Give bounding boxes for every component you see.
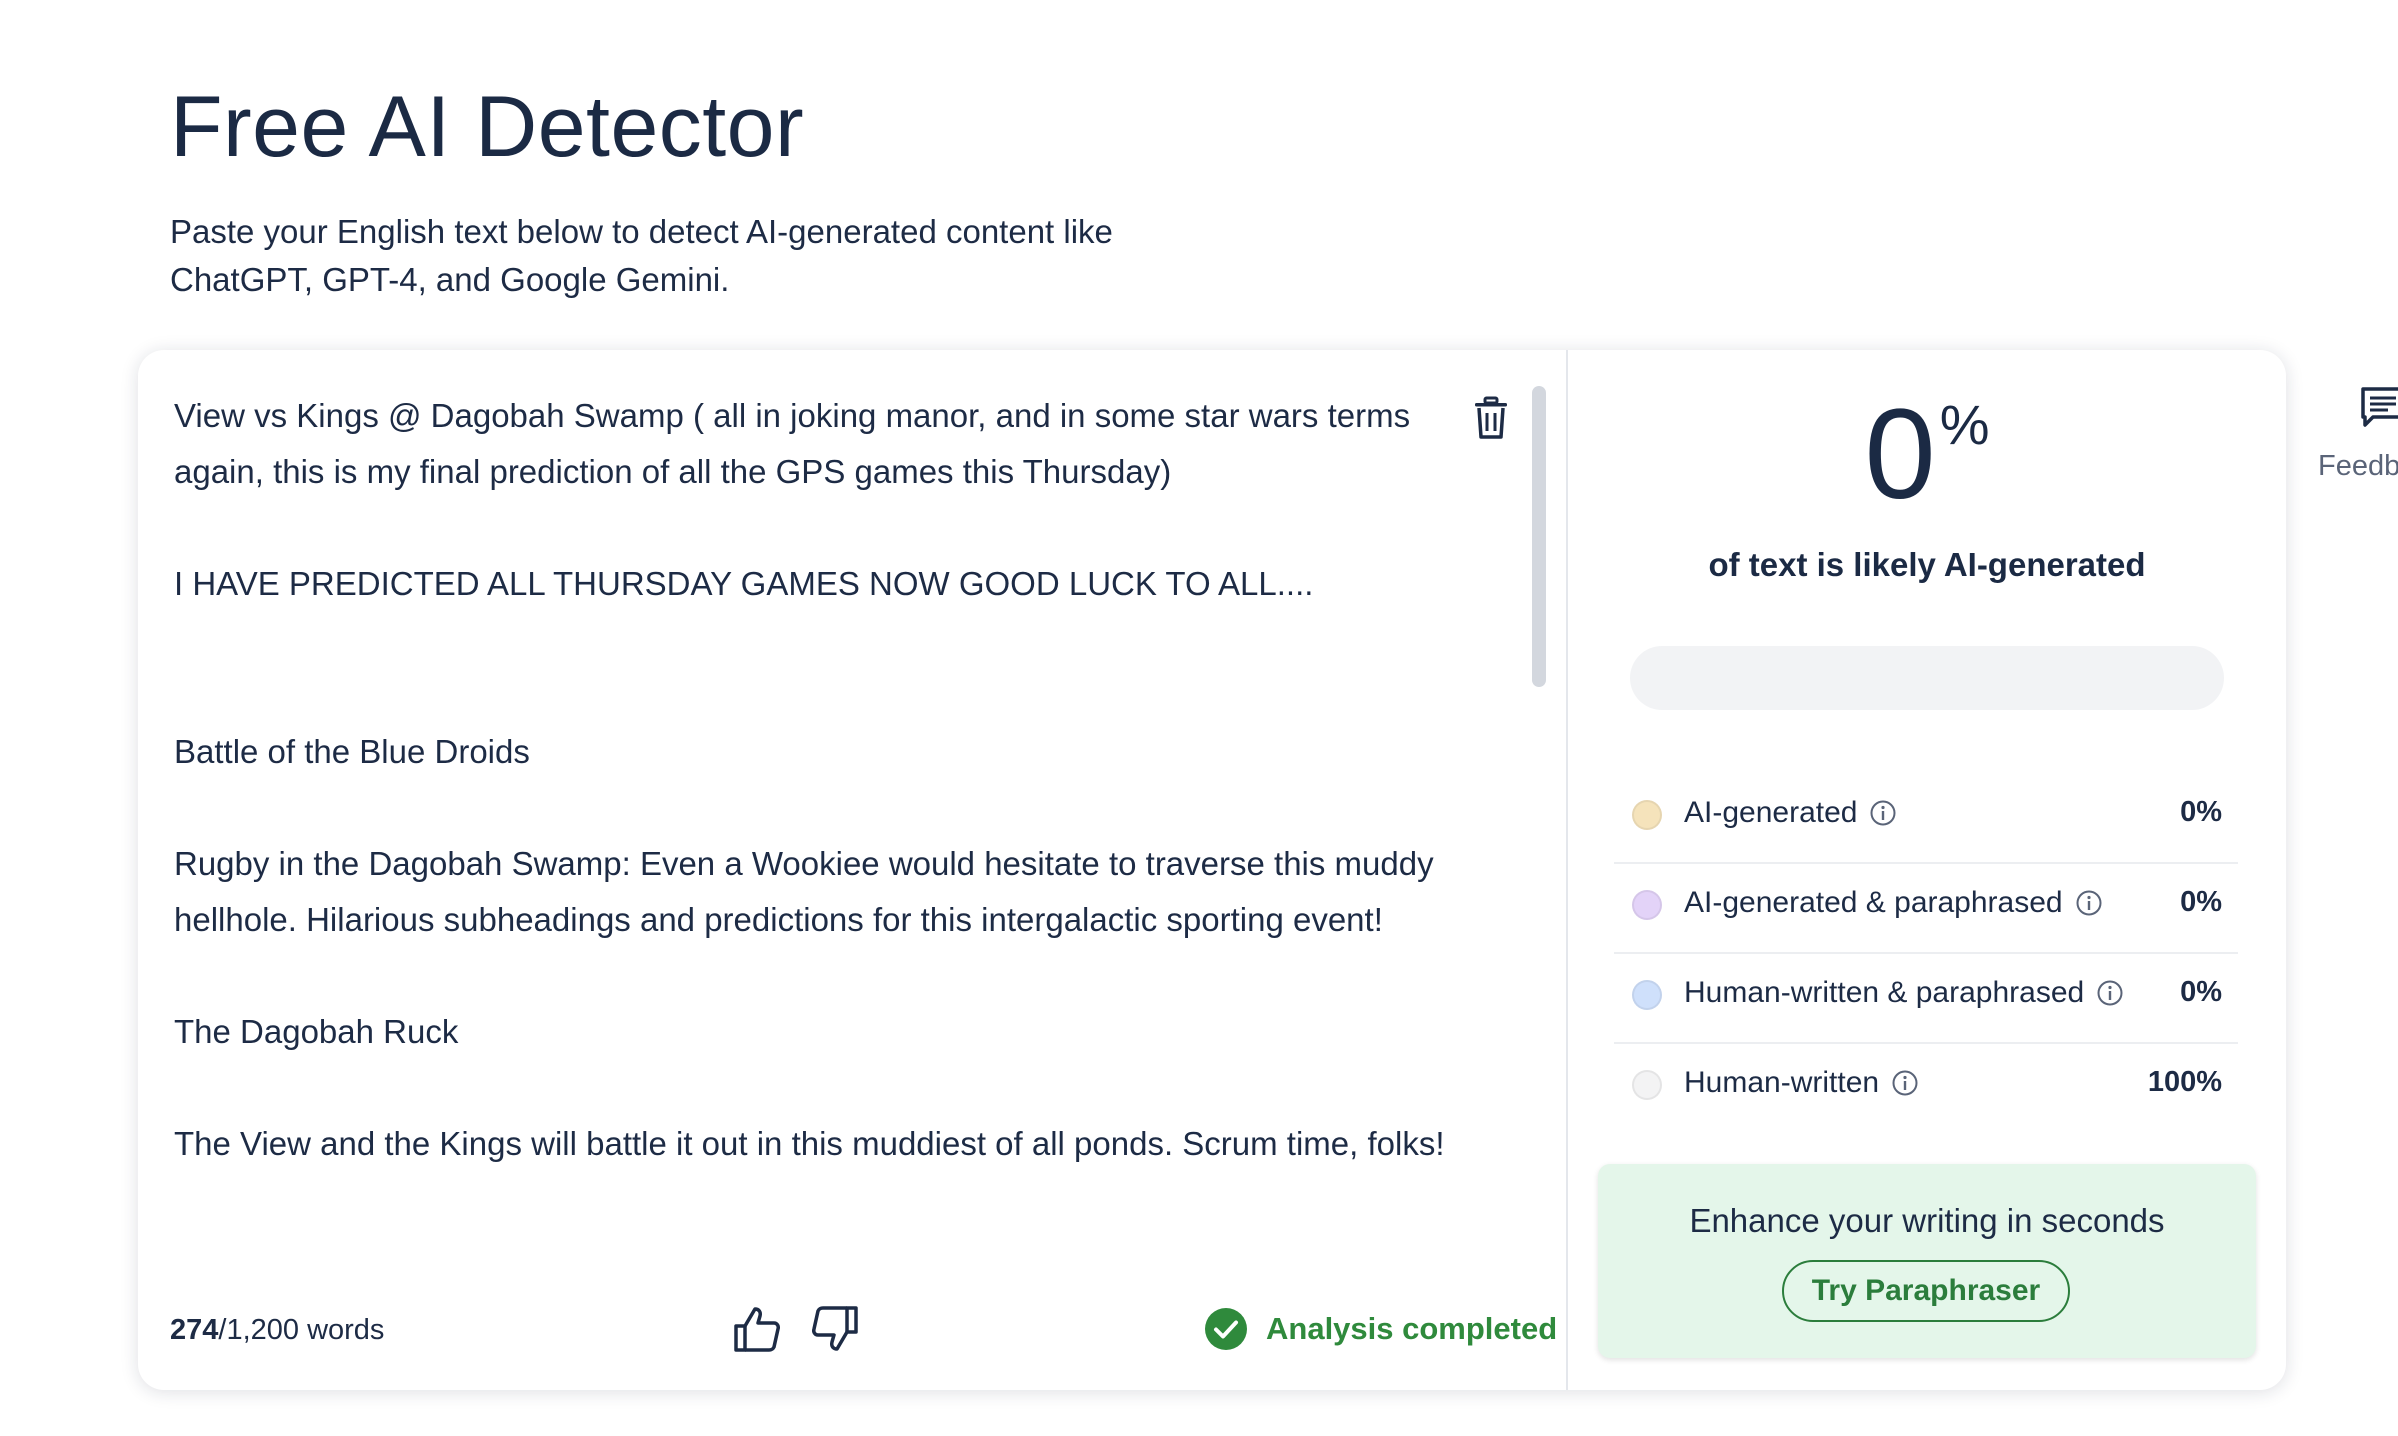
text-paragraph: I HAVE PREDICTED ALL THURSDAY GAMES NOW … (174, 565, 1314, 602)
legend-value: 0% (2180, 976, 2222, 1008)
paraphraser-promo: Enhance your writing in seconds Try Para… (1598, 1164, 2256, 1358)
legend-dot (1632, 890, 1662, 920)
info-icon[interactable] (2075, 889, 2103, 917)
page-title: Free AI Detector (170, 79, 805, 175)
editor-footer: 274/1,200 words Analysis completed (138, 1290, 1566, 1370)
legend-dot (1632, 800, 1662, 830)
text-paragraph: The Dagobah Ruck (174, 1013, 459, 1050)
text-paragraph: View vs Kings @ Dagobah Swamp ( all in j… (174, 397, 1411, 490)
legend-dot (1632, 1070, 1662, 1100)
text-paragraph: Rugby in the Dagobah Swamp: Even a Wooki… (174, 845, 1434, 938)
analysis-status: Analysis completed (1204, 1304, 1557, 1354)
legend-label-text: AI-generated & paraphrased (1684, 886, 2063, 919)
legend-label: AI-generated & paraphrased (1684, 886, 2103, 920)
editor-scrollbar[interactable] (1532, 386, 1546, 1246)
word-count-limit: /1,200 words (218, 1314, 385, 1346)
legend-row-human-paraphrased: Human-written & paraphrased 0% (1614, 954, 2238, 1044)
word-count: 274/1,200 words (170, 1314, 384, 1347)
text-editor-panel: View vs Kings @ Dagobah Swamp ( all in j… (138, 350, 1568, 1390)
subtitle-line-1: Paste your English text below to detect … (170, 213, 1113, 250)
ai-percentage: 0% (1568, 390, 2286, 520)
legend-row-human-written: Human-written 100% (1614, 1044, 2238, 1132)
legend-dot (1632, 980, 1662, 1010)
scrollbar-thumb[interactable] (1532, 386, 1546, 687)
thumbs-up-icon[interactable] (732, 1304, 782, 1354)
results-panel: 0% of text is likely AI-generated AI-gen… (1568, 350, 2286, 1390)
ai-percentage-caption: of text is likely AI-generated (1708, 546, 2146, 583)
trash-icon[interactable] (1472, 396, 1510, 440)
result-legend: AI-generated 0% AI-generated & paraphras… (1614, 774, 2238, 1132)
word-count-current: 274 (170, 1314, 219, 1346)
subtitle-line-2: ChatGPT, GPT-4, and Google Gemini. (170, 261, 730, 298)
ai-percentage-value: 0 (1864, 383, 1936, 526)
legend-label: AI-generated (1684, 796, 1897, 830)
text-paragraph: Battle of the Blue Droids (174, 733, 530, 770)
legend-label-text: Human-written (1684, 1066, 1880, 1099)
promo-text: Enhance your writing in seconds (1689, 1202, 2165, 1239)
legend-row-ai-paraphrased: AI-generated & paraphrased 0% (1614, 864, 2238, 954)
legend-value: 0% (2180, 886, 2222, 918)
check-circle-icon (1205, 1308, 1247, 1350)
ai-percentage-unit: % (1939, 393, 1990, 456)
info-icon[interactable] (1891, 1069, 1919, 1097)
detector-card: View vs Kings @ Dagobah Swamp ( all in j… (138, 350, 2286, 1390)
thumbs-down-icon[interactable] (810, 1304, 860, 1354)
legend-value: 0% (2180, 796, 2222, 828)
legend-row-ai-generated: AI-generated 0% (1614, 774, 2238, 864)
try-paraphraser-button[interactable]: Try Paraphraser (1782, 1260, 2070, 1322)
info-icon[interactable] (1869, 799, 1897, 827)
legend-label: Human-written (1684, 1066, 1919, 1100)
feedback-label: Feedb (2318, 450, 2398, 482)
result-bar (1630, 646, 2224, 710)
message-icon (2361, 387, 2398, 427)
legend-label: Human-written & paraphrased (1684, 976, 2124, 1010)
text-paragraph: The View and the Kings will battle it ou… (174, 1125, 1445, 1162)
legend-value: 100% (2147, 1066, 2222, 1098)
status-text: Analysis completed (1266, 1311, 1558, 1346)
info-icon[interactable] (2096, 979, 2124, 1007)
feedback-tab[interactable]: Feedb (2316, 382, 2398, 492)
text-input-area[interactable]: View vs Kings @ Dagobah Swamp ( all in j… (174, 388, 1474, 1248)
legend-label-text: AI-generated (1684, 796, 1858, 829)
legend-label-text: Human-written & paraphrased (1684, 976, 2085, 1009)
page-subtitle: Paste your English text below to detect … (170, 208, 1170, 304)
